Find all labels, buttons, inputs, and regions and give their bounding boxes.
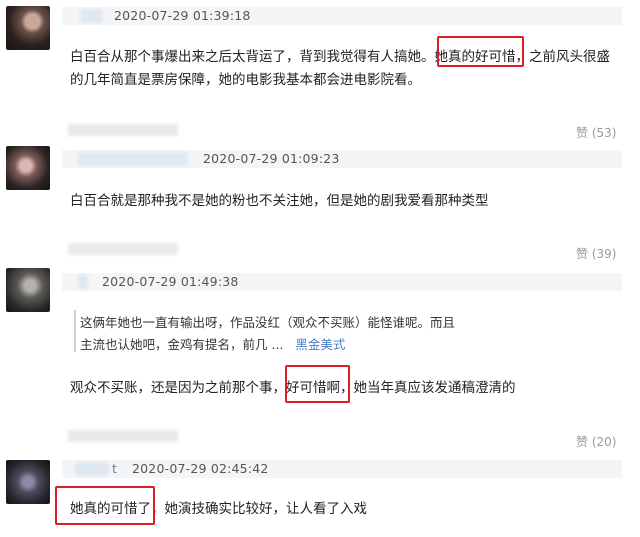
comment-text: 白百合就是那种我不是她的粉也不关注她，但是她的剧我爱看那种类型 bbox=[70, 193, 489, 209]
comment-text-post: ，之前风头很盛 bbox=[515, 49, 611, 65]
comment-text-post: ，她演技确实比较好，让人看了入戏 bbox=[151, 501, 367, 517]
username[interactable] bbox=[75, 462, 109, 476]
comment-text-line2: 的几年简直是票房保障，她的电影我基本都会进电影院看。 bbox=[70, 72, 421, 88]
ellipsis: ... bbox=[271, 337, 284, 352]
timestamp: 2020-07-29 01:09:23 bbox=[203, 151, 340, 166]
avatar[interactable] bbox=[6, 268, 50, 312]
timestamp: 2020-07-29 01:49:38 bbox=[102, 274, 239, 289]
username[interactable] bbox=[78, 152, 188, 166]
username[interactable] bbox=[80, 9, 102, 23]
avatar[interactable] bbox=[6, 6, 50, 50]
comment-text-pre: 白百合从那个事爆出来之后太背运了，背到我觉得有人搞她。 bbox=[70, 49, 435, 65]
timestamp: 2020-07-29 02:45:42 bbox=[132, 461, 269, 476]
comment-text: 白百合从那个事爆出来之后太背运了，背到我觉得有人搞她。她真的好可惜，之前风头很盛 bbox=[70, 45, 610, 65]
quoted-text-content: 主流也认她吧，金鸡有提名，前几 bbox=[80, 337, 268, 352]
quoted-text-line2: 主流也认她吧，金鸡有提名，前几 ... 黑金美式 bbox=[80, 334, 345, 353]
like-button[interactable]: 赞 (53) bbox=[576, 124, 616, 141]
reply-meta-blur bbox=[68, 243, 178, 255]
comment-text-post: ，她当年真应该发通稿澄清的 bbox=[340, 380, 516, 396]
timestamp: 2020-07-29 01:39:18 bbox=[114, 8, 251, 23]
avatar[interactable] bbox=[6, 146, 50, 190]
reply-meta-blur bbox=[68, 430, 178, 442]
highlight-box bbox=[55, 486, 155, 525]
like-button[interactable]: 赞 (20) bbox=[576, 433, 616, 450]
like-button[interactable]: 赞 (39) bbox=[576, 245, 616, 262]
avatar[interactable] bbox=[6, 460, 50, 504]
username-suffix[interactable]: t bbox=[112, 461, 117, 476]
comment-text-pre: 观众不买账，还是因为之前那个事， bbox=[70, 380, 286, 396]
quoted-user-link[interactable]: 黑金美式 bbox=[295, 337, 345, 352]
highlight-box bbox=[437, 36, 524, 67]
highlight-box bbox=[285, 365, 350, 403]
quoted-reply bbox=[74, 310, 76, 352]
quoted-text-line1: 这俩年她也一直有输出呀，作品没红（观众不买账）能怪谁呢。而且 bbox=[80, 315, 456, 330]
username[interactable] bbox=[78, 275, 88, 289]
reply-meta-blur bbox=[68, 124, 178, 136]
